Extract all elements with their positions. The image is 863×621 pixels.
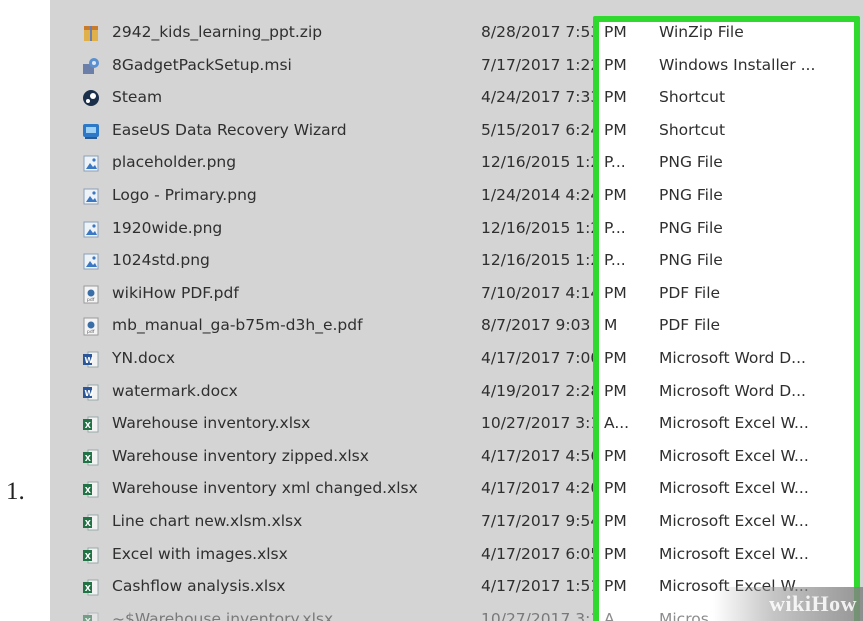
highlighted-row: PM Microsoft Excel W... xyxy=(50,441,863,474)
highlighted-row: P... PNG File xyxy=(50,213,863,246)
highlighted-row: A... Microsoft Excel W... xyxy=(50,408,863,441)
file-explorer-list: 2942_kids_learning_ppt.zip 8/28/2017 7:53… xyxy=(50,0,863,621)
step-number: 1. xyxy=(6,478,25,505)
date-time-suffix: PM xyxy=(604,577,627,596)
date-time-suffix: PM xyxy=(604,479,627,498)
highlighted-row: PM PDF File xyxy=(50,278,863,311)
highlighted-row: PM Shortcut xyxy=(50,115,863,148)
file-type: Microsoft Excel W... xyxy=(659,511,809,530)
date-time-suffix: PM xyxy=(604,381,627,400)
file-type: Microsoft Excel W... xyxy=(659,544,809,563)
date-time-suffix: PM xyxy=(604,55,627,74)
file-type: PDF File xyxy=(659,316,721,335)
date-time-suffix: A... xyxy=(604,414,630,433)
highlighted-row: PM Microsoft Excel W... xyxy=(50,506,863,539)
file-type: PNG File xyxy=(659,153,723,172)
date-time-suffix: M xyxy=(604,316,618,335)
highlighted-row: PM Microsoft Word D... xyxy=(50,376,863,409)
highlighted-row: PM Shortcut xyxy=(50,82,863,115)
highlighted-row: P... PNG File xyxy=(50,147,863,180)
highlighted-row: PM Microsoft Excel W... xyxy=(50,539,863,572)
file-type: PNG File xyxy=(659,185,723,204)
file-type: PDF File xyxy=(659,283,721,302)
date-time-suffix: PM xyxy=(604,348,627,367)
date-time-suffix: PM xyxy=(604,88,627,107)
watermark-text: wikiHow xyxy=(769,591,857,616)
date-time-suffix: P... xyxy=(604,218,626,237)
highlighted-row: PM Microsoft Word D... xyxy=(50,343,863,376)
date-time-suffix: P... xyxy=(604,153,626,172)
highlighted-row: P... PNG File xyxy=(50,245,863,278)
file-type: Shortcut xyxy=(659,120,726,139)
file-type: WinZip File xyxy=(659,23,744,41)
watermark: wikiHow xyxy=(713,587,863,621)
date-time-suffix: PM xyxy=(604,283,627,302)
file-type: PNG File xyxy=(659,218,723,237)
file-type: Shortcut xyxy=(659,88,726,107)
file-type: Microsoft Excel W... xyxy=(659,446,809,465)
file-type: PNG File xyxy=(659,251,723,270)
file-type: Microsoft Excel W... xyxy=(659,414,809,433)
highlighted-columns: PM WinZip File PM Windows Installer ... PM Sh… xyxy=(50,17,863,621)
date-time-suffix: PM xyxy=(604,511,627,530)
date-time-suffix: A... xyxy=(604,609,630,621)
date-time-suffix: PM xyxy=(604,446,627,465)
date-time-suffix: PM xyxy=(604,120,627,139)
highlighted-row: PM PNG File xyxy=(50,180,863,213)
date-time-suffix: PM xyxy=(604,23,627,41)
file-type: Microsoft Word D... xyxy=(659,381,806,400)
file-type: Microsoft Excel W... xyxy=(659,479,809,498)
date-time-suffix: PM xyxy=(604,544,627,563)
file-type: Windows Installer ... xyxy=(659,55,816,74)
file-type: Microsoft Word D... xyxy=(659,348,806,367)
date-time-suffix: PM xyxy=(604,185,627,204)
highlighted-row: PM Windows Installer ... xyxy=(50,50,863,83)
highlighted-row: PM Microsoft Excel W... xyxy=(50,473,863,506)
date-time-suffix: P... xyxy=(604,251,626,270)
highlighted-row: M PDF File xyxy=(50,310,863,343)
highlighted-row: PM WinZip File xyxy=(50,17,863,50)
